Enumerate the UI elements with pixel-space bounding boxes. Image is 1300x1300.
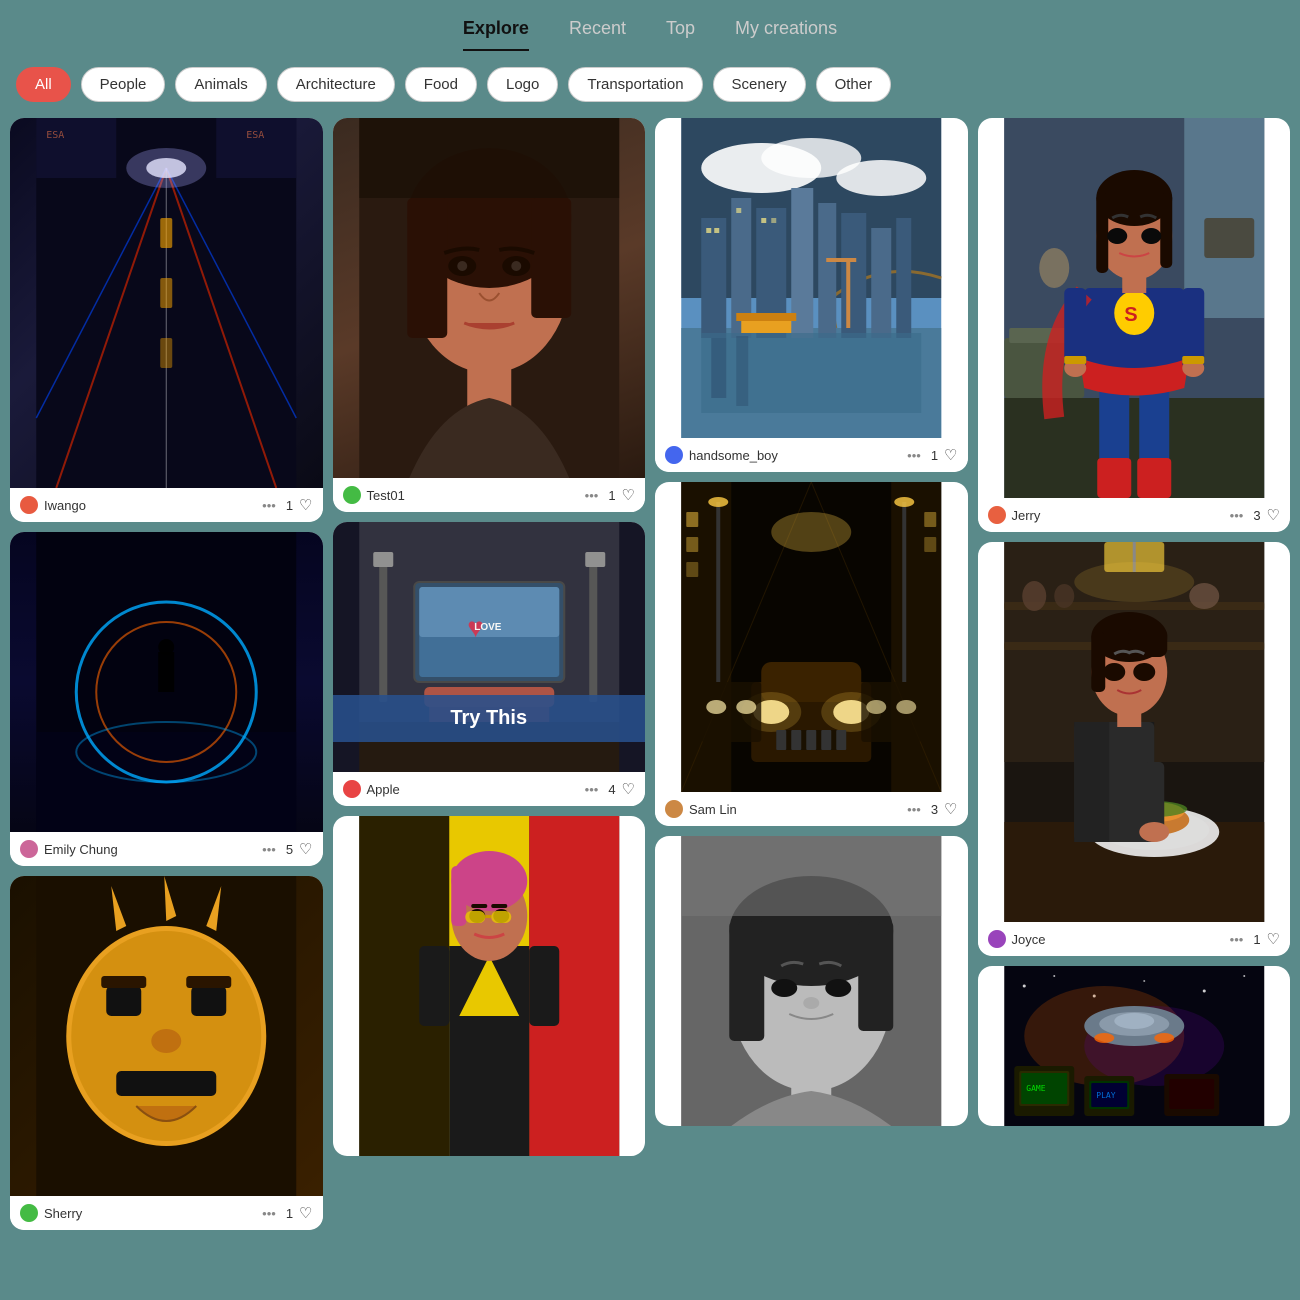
card-footer-joyce: Joyce ••• 1 ♡ (978, 922, 1291, 956)
filter-people[interactable]: People (81, 67, 166, 102)
username-sherry: Sherry (44, 1206, 256, 1221)
card-woman1[interactable]: Test01 ••• 1 ♡ (333, 118, 646, 512)
filter-row: All People Animals Architecture Food Log… (0, 51, 1300, 118)
username-jerry: Jerry (1012, 508, 1224, 523)
heart-icon-emily[interactable]: ♡ (299, 840, 312, 858)
more-icon-test01[interactable]: ••• (585, 488, 599, 503)
heart-icon-apple[interactable]: ♡ (622, 780, 635, 798)
more-icon-joyce[interactable]: ••• (1230, 932, 1244, 947)
card-footer-jerry: Jerry ••• 3 ♡ (978, 498, 1291, 532)
avatar-test01 (343, 486, 361, 504)
card-footer-highway: Iwango ••• 1 ♡ (10, 488, 323, 522)
top-navigation: Explore Recent Top My creations (0, 0, 1300, 51)
card-robot[interactable]: Sherry ••• 1 ♡ (10, 876, 323, 1230)
like-count-test01: 1 (608, 488, 615, 503)
filter-scenery[interactable]: Scenery (713, 67, 806, 102)
like-count-samlin: 3 (931, 802, 938, 817)
like-count-joyce: 1 (1253, 932, 1260, 947)
avatar-handsome (665, 446, 683, 464)
heart-icon-sherry[interactable]: ♡ (299, 1204, 312, 1222)
column-1: ESA ESA Iwango ••• 1 ♡ (10, 118, 323, 1230)
card-try-this[interactable]: ♥ LOVE Try This Apple ••• 4 ♡ (333, 522, 646, 806)
like-count-emily: 5 (286, 842, 293, 857)
card-superhero-woman[interactable] (333, 816, 646, 1156)
card-highway[interactable]: ESA ESA Iwango ••• 1 ♡ (10, 118, 323, 522)
tab-my-creations[interactable]: My creations (735, 18, 837, 51)
card-alley[interactable]: Sam Lin ••• 3 ♡ (655, 482, 968, 826)
like-count-sherry: 1 (286, 1206, 293, 1221)
username-test01: Test01 (367, 488, 579, 503)
card-supergirl[interactable]: S (978, 118, 1291, 532)
username-emily: Emily Chung (44, 842, 256, 857)
card-neon[interactable]: Emily Chung ••• 5 ♡ (10, 532, 323, 866)
card-space[interactable]: GAME PLAY (978, 966, 1291, 1126)
column-4: S (978, 118, 1291, 1230)
filter-transportation[interactable]: Transportation (568, 67, 702, 102)
username-joyce: Joyce (1012, 932, 1224, 947)
like-count-apple: 4 (608, 782, 615, 797)
svg-text:ESA: ESA (46, 130, 64, 141)
svg-text:GAME: GAME (1026, 1084, 1045, 1093)
card-footer-apple: Apple ••• 4 ♡ (333, 772, 646, 806)
more-icon-samlin[interactable]: ••• (907, 802, 921, 817)
avatar-iwango (20, 496, 38, 514)
column-2: Test01 ••• 1 ♡ (333, 118, 646, 1230)
card-portrait-bw[interactable] (655, 836, 968, 1126)
heart-icon-iwango[interactable]: ♡ (299, 496, 312, 514)
more-icon-emily[interactable]: ••• (262, 842, 276, 857)
username-samlin: Sam Lin (689, 802, 901, 817)
filter-architecture[interactable]: Architecture (277, 67, 395, 102)
avatar-samlin (665, 800, 683, 818)
username-apple: Apple (367, 782, 579, 797)
heart-icon-joyce[interactable]: ♡ (1267, 930, 1280, 948)
card-footer-city: handsome_boy ••• 1 ♡ (655, 438, 968, 472)
filter-all[interactable]: All (16, 67, 71, 102)
heart-icon-test01[interactable]: ♡ (622, 486, 635, 504)
card-footer-neon: Emily Chung ••• 5 ♡ (10, 832, 323, 866)
like-count-handsome: 1 (931, 448, 938, 463)
image-grid: ESA ESA Iwango ••• 1 ♡ (0, 118, 1300, 1250)
more-icon-iwango[interactable]: ••• (262, 498, 276, 513)
avatar-apple (343, 780, 361, 798)
avatar-joyce (988, 930, 1006, 948)
filter-logo[interactable]: Logo (487, 67, 558, 102)
more-icon-apple[interactable]: ••• (585, 782, 599, 797)
svg-text:ESA: ESA (246, 130, 264, 141)
more-icon-jerry[interactable]: ••• (1230, 508, 1244, 523)
avatar-jerry (988, 506, 1006, 524)
like-count-jerry: 3 (1253, 508, 1260, 523)
tab-recent[interactable]: Recent (569, 18, 626, 51)
svg-text:PLAY: PLAY (1096, 1091, 1115, 1100)
username-iwango: Iwango (44, 498, 256, 513)
more-icon-handsome[interactable]: ••• (907, 448, 921, 463)
filter-food[interactable]: Food (405, 67, 477, 102)
tab-top[interactable]: Top (666, 18, 695, 51)
try-this-label[interactable]: Try This (333, 695, 646, 742)
column-3: handsome_boy ••• 1 ♡ (655, 118, 968, 1230)
avatar-sherry (20, 1204, 38, 1222)
card-woman-eating[interactable]: Joyce ••• 1 ♡ (978, 542, 1291, 956)
svg-text:S: S (1124, 304, 1137, 326)
tab-explore[interactable]: Explore (463, 18, 529, 51)
like-count-iwango: 1 (286, 498, 293, 513)
heart-icon-samlin[interactable]: ♡ (944, 800, 957, 818)
card-footer-woman1: Test01 ••• 1 ♡ (333, 478, 646, 512)
card-footer-alley: Sam Lin ••• 3 ♡ (655, 792, 968, 826)
heart-icon-jerry[interactable]: ♡ (1267, 506, 1280, 524)
avatar-emily (20, 840, 38, 858)
filter-animals[interactable]: Animals (175, 67, 266, 102)
filter-other[interactable]: Other (816, 67, 892, 102)
card-city[interactable]: handsome_boy ••• 1 ♡ (655, 118, 968, 472)
more-icon-sherry[interactable]: ••• (262, 1206, 276, 1221)
heart-icon-handsome[interactable]: ♡ (944, 446, 957, 464)
card-footer-robot: Sherry ••• 1 ♡ (10, 1196, 323, 1230)
username-handsome: handsome_boy (689, 448, 901, 463)
